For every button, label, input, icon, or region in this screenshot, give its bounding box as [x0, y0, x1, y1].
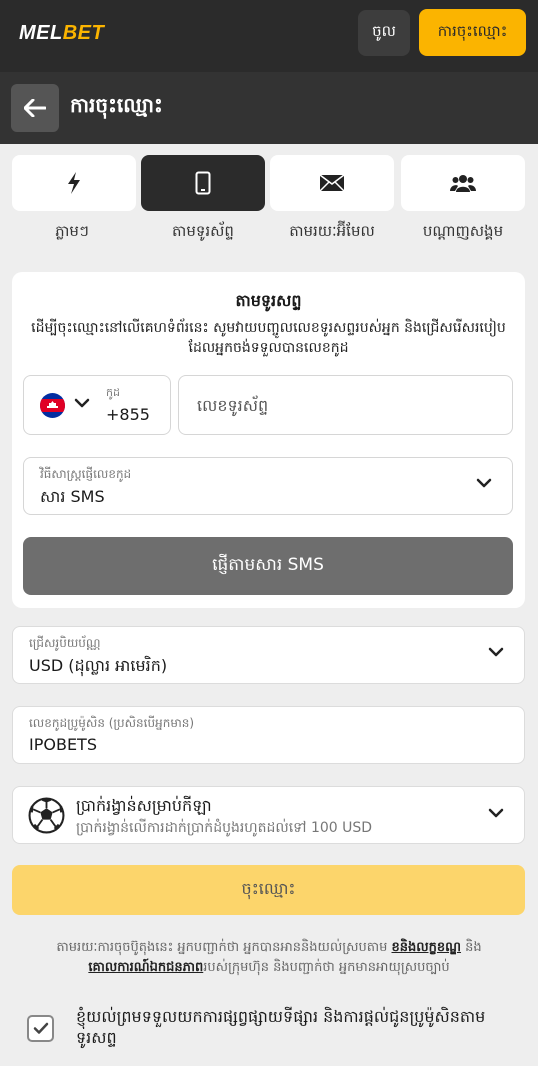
send-sms-button[interactable]: ផ្ញើតាមសារ SMS: [23, 537, 513, 595]
promo-code-label: លេខកូដប្រូម៉ូសិន (ប្រសិនបើអ្នកមាន): [29, 716, 195, 730]
lightning-icon: [68, 172, 80, 194]
marketing-consent-checkbox[interactable]: [27, 1015, 54, 1042]
country-code-select[interactable]: កូដ +855: [23, 375, 171, 435]
page-title: ការចុះឈ្មោះ: [70, 93, 163, 117]
country-code-value: +855: [106, 405, 150, 424]
arrow-left-icon: [24, 99, 46, 117]
chevron-down-icon: [74, 398, 90, 408]
envelope-icon: [319, 174, 345, 192]
chevron-down-icon: [488, 808, 504, 818]
method-label-one-click: ភ្លាមៗ: [55, 222, 89, 240]
terms-text-3: របស់ក្រុមហ៊ុន និងបញ្ជាក់ថា អ្នកមានអាយុស្…: [203, 960, 450, 975]
terms-text-1: តាមរយៈការចុចប៊ូតុងនេះ អ្នកបញ្ជាក់ថា អ្នក…: [56, 940, 392, 955]
chevron-down-icon: [476, 478, 492, 488]
method-label-phone: តាមទូរស័ព្ទ: [172, 222, 234, 240]
login-button[interactable]: ចូល: [358, 10, 410, 56]
method-tab-social[interactable]: [401, 155, 525, 211]
method-label-email: តាមរយៈអ៊ីមែល: [289, 222, 375, 240]
terms-notice: តាមរយៈការចុចប៊ូតុងនេះ អ្នកបញ្ជាក់ថា អ្នក…: [24, 938, 514, 978]
chevron-down-icon: [488, 647, 504, 657]
terms-and-conditions-link[interactable]: ខនិងលក្ខខណ្ឌ: [392, 940, 462, 955]
delivery-method-label: វិធីសាស្ត្រផ្ញើលេខកូដ: [40, 467, 132, 481]
checkmark-icon: [33, 1022, 48, 1034]
country-code-label: កូដ: [106, 386, 120, 399]
bonus-subtitle: ប្រាក់រង្វាន់លើការដាក់ប្រាក់ដំបូងរហូតដល់…: [76, 820, 373, 836]
currency-select[interactable]: ជ្រើសរូបិយប័ណ្ណ USD (ដុល្លារ អាមេរិក): [12, 626, 525, 684]
marketing-consent-text: ខ្ញុំយល់ព្រមទទួលយកការផ្សព្វផ្សាយទីផ្សារ …: [76, 1007, 486, 1047]
method-tab-one-click[interactable]: [12, 155, 136, 211]
smartphone-icon: [195, 171, 211, 195]
header-register-button[interactable]: ការចុះឈ្មោះ: [419, 9, 526, 56]
method-tab-email[interactable]: [270, 155, 394, 211]
privacy-policy-link[interactable]: គោលការណ៍ឯកជនភាព: [88, 960, 203, 975]
users-icon: [450, 175, 476, 192]
currency-label: ជ្រើសរូបិយប័ណ្ណ: [29, 636, 101, 650]
phone-registration-card: តាមទូរសព្ទ ដើម្បីចុះឈ្មោះនៅលើគេហទំព័រនេះ…: [12, 272, 525, 608]
bonus-title: ប្រាក់រង្វាន់សម្រាប់កីឡា: [76, 796, 212, 815]
method-label-social: បណ្ដាញសង្គម: [422, 222, 504, 240]
top-header: MELBET ចូល ការចុះឈ្មោះ: [0, 0, 538, 72]
card-title: តាមទូរសព្ទ: [235, 291, 302, 310]
promo-code-field[interactable]: លេខកូដប្រូម៉ូសិន (ប្រសិនបើអ្នកមាន) IPOBE…: [12, 706, 525, 764]
phone-number-field[interactable]: [178, 375, 513, 435]
promo-code-value[interactable]: IPOBETS: [29, 735, 97, 754]
back-button[interactable]: [11, 84, 59, 132]
cambodia-flag-icon: [40, 393, 65, 418]
page-title-bar: ការចុះឈ្មោះ: [0, 72, 538, 144]
register-button[interactable]: ចុះឈ្មោះ: [12, 865, 525, 915]
terms-text-2: និង: [461, 940, 482, 955]
soccer-ball-icon: [28, 797, 65, 834]
melbet-logo[interactable]: MELBET: [19, 22, 104, 45]
currency-value: USD (ដុល្លារ អាមេរិក): [29, 656, 168, 675]
delivery-method-value: សារ SMS: [40, 487, 105, 506]
code-delivery-method-select[interactable]: វិធីសាស្ត្រផ្ញើលេខកូដ សារ SMS: [23, 457, 513, 515]
logo-text-accent: BET: [62, 22, 105, 44]
logo-text-main: MEL: [19, 22, 63, 44]
bonus-select[interactable]: ប្រាក់រង្វាន់សម្រាប់កីឡា ប្រាក់រង្វាន់លើ…: [12, 786, 525, 844]
card-description: ដើម្បីចុះឈ្មោះនៅលើគេហទំព័រនេះ សូមវាយបញ្ច…: [31, 320, 506, 356]
phone-number-input[interactable]: [180, 377, 511, 433]
method-tab-phone[interactable]: [141, 155, 265, 211]
